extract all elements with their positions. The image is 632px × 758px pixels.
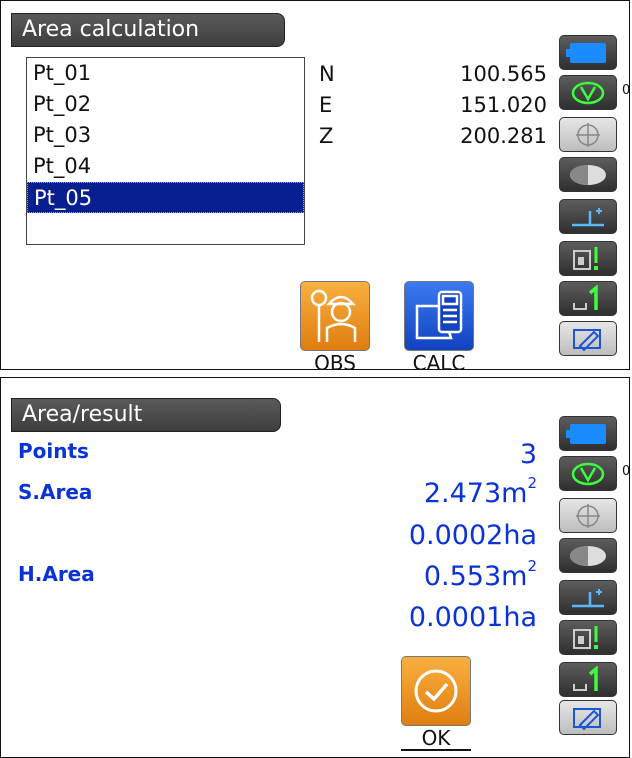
obs-button[interactable]: OBS xyxy=(300,281,370,369)
surveyor-icon xyxy=(300,281,370,351)
coord-z-row: Z 200.281 xyxy=(319,121,547,152)
s-area-label: S.Area xyxy=(18,480,93,504)
ok-button[interactable]: OK xyxy=(401,656,471,751)
prism-constant: 0 xyxy=(622,464,630,479)
list-item-pt-02[interactable]: Pt_02 xyxy=(27,89,304,120)
area-calc-icon xyxy=(404,281,474,351)
point-list[interactable]: Pt_01 Pt_02 Pt_03 Pt_04 Pt_05 xyxy=(26,57,305,245)
coord-value-e: 151.020 xyxy=(460,93,547,117)
coord-value-n: 100.565 xyxy=(460,62,547,86)
battery-icon[interactable] xyxy=(559,416,617,451)
prism-constant: 0 xyxy=(622,83,630,98)
h-area-label: H.Area xyxy=(18,562,95,586)
calc-button[interactable]: CALC xyxy=(404,281,474,369)
tilt-crosshair-icon[interactable] xyxy=(559,498,617,533)
h-area-m2-superscript: 2 xyxy=(527,557,537,575)
coord-n-row: N 100.565 xyxy=(319,59,547,90)
correction-icon[interactable] xyxy=(559,580,617,615)
points-value: 3 xyxy=(519,439,537,470)
area-calculation-screen: Area calculation Pt_01 Pt_02 Pt_03 Pt_04… xyxy=(0,0,630,370)
edit-icon[interactable] xyxy=(559,321,617,356)
coord-value-z: 200.281 xyxy=(460,124,547,148)
points-label: Points xyxy=(18,439,89,463)
calc-label: CALC xyxy=(404,352,474,369)
ok-label: OK xyxy=(401,727,471,751)
list-item-pt-05[interactable]: Pt_05 xyxy=(27,182,304,213)
coord-label-e: E xyxy=(319,93,333,117)
input-mode-icon[interactable] xyxy=(559,281,617,316)
coord-label-n: N xyxy=(319,62,335,86)
check-icon xyxy=(401,656,471,726)
s-area-m2-number: 2.473m xyxy=(423,478,528,509)
coord-label-z: Z xyxy=(319,124,334,148)
list-item-pt-03[interactable]: Pt_03 xyxy=(27,120,304,151)
obs-label: OBS xyxy=(300,352,370,369)
h-area-m2-number: 0.553m xyxy=(423,561,528,592)
input-mode-icon[interactable] xyxy=(559,662,617,697)
tilt-crosshair-icon[interactable] xyxy=(559,117,617,152)
edit-icon[interactable] xyxy=(559,700,617,735)
s-area-m2-value: 2.473m2 xyxy=(423,474,537,509)
screen-title: Area/result xyxy=(11,398,281,432)
h-area-m2-value: 0.553m2 xyxy=(423,557,537,592)
list-item-pt-04[interactable]: Pt_04 xyxy=(27,151,304,182)
instrument-height-icon[interactable] xyxy=(559,241,617,276)
s-area-m2-superscript: 2 xyxy=(527,474,537,492)
laser-icon[interactable] xyxy=(559,157,617,192)
laser-icon[interactable] xyxy=(559,538,617,573)
h-area-ha-value: 0.0001ha xyxy=(408,602,537,633)
battery-icon[interactable] xyxy=(559,35,617,70)
screen-title: Area calculation xyxy=(11,13,285,47)
instrument-height-icon[interactable] xyxy=(559,620,617,655)
target-prism-icon[interactable] xyxy=(559,75,617,110)
correction-icon[interactable] xyxy=(559,199,617,234)
list-item-pt-01[interactable]: Pt_01 xyxy=(27,58,304,89)
area-result-screen: Area/result Points 3 S.Area 2.473m2 0.00… xyxy=(0,377,630,758)
target-prism-icon[interactable] xyxy=(559,456,617,491)
coord-e-row: E 151.020 xyxy=(319,90,547,121)
s-area-ha-value: 0.0002ha xyxy=(408,520,537,551)
